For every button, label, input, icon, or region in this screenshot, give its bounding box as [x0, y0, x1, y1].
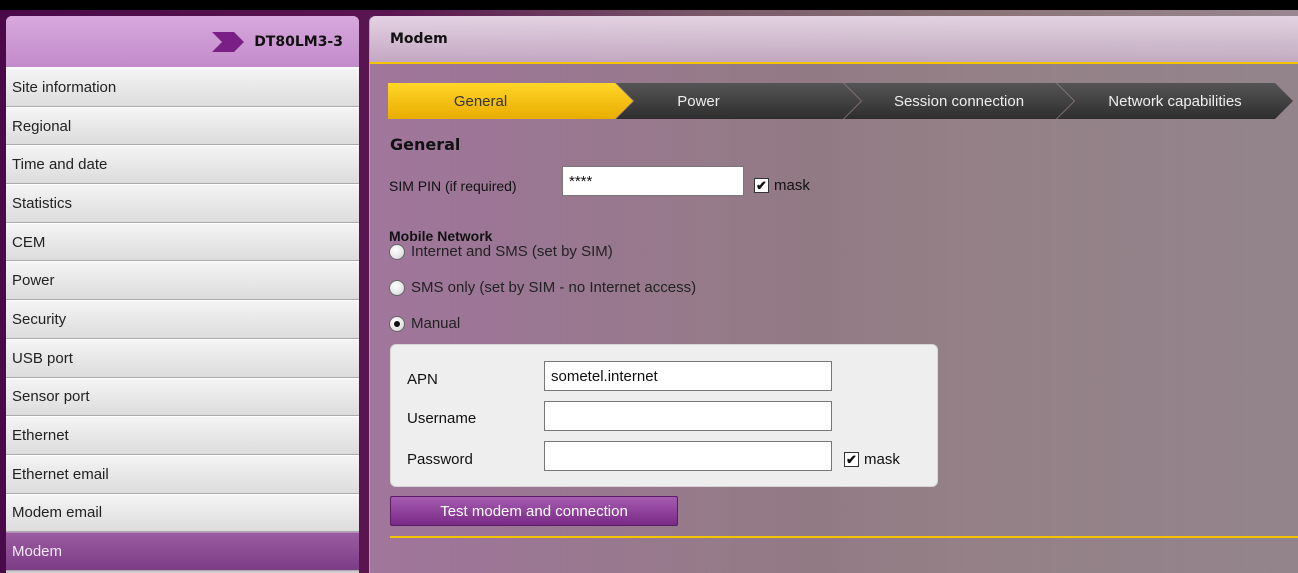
radio-manual[interactable]: Manual — [389, 315, 460, 332]
sim-pin-label: SIM PIN (if required) — [389, 178, 517, 194]
bottom-divider — [390, 536, 1298, 538]
chevron-logo-icon — [212, 31, 245, 52]
section-heading: General — [390, 135, 461, 154]
tab-network-capabilities[interactable]: Network capabilities — [1057, 83, 1293, 119]
password-label: Password — [407, 451, 473, 468]
page-title-bar: Modem — [370, 16, 1298, 64]
sim-pin-mask-checkbox[interactable]: ✔ — [754, 178, 769, 193]
sidebar-item-modem-email[interactable]: Modem email — [6, 493, 359, 533]
sidebar-item-label: Modem — [12, 543, 63, 561]
sidebar-item-label: Time and date — [12, 156, 108, 174]
sidebar-item-label: Statistics — [12, 194, 73, 212]
apn-label: APN — [407, 371, 438, 388]
main-panel: Modem General Power Session connection N… — [369, 16, 1298, 573]
sidebar-item-modem[interactable]: Modem — [6, 532, 359, 571]
sidebar-item-cem[interactable]: CEM — [6, 222, 359, 262]
radio-button[interactable] — [389, 243, 405, 260]
password-mask-checkbox[interactable]: ✔ — [844, 452, 859, 467]
radio-sms-only[interactable]: SMS only (set by SIM - no Internet acces… — [389, 279, 696, 296]
sidebar-item-label: Modem email — [12, 504, 103, 522]
username-label: Username — [407, 410, 477, 427]
sidebar-item-label: CEM — [12, 233, 46, 251]
tab-power[interactable]: Power — [616, 83, 861, 119]
sidebar-item-regional[interactable]: Regional — [6, 106, 359, 146]
sidebar-item-label: Sensor port — [12, 388, 90, 406]
tab-general[interactable]: General — [388, 83, 633, 119]
tab-label: General — [453, 92, 508, 110]
sidebar-item-ethernet-email[interactable]: Ethernet email — [6, 454, 359, 494]
username-input[interactable] — [544, 401, 832, 431]
sidebar-item-label: Power — [12, 272, 55, 290]
radio-label: Manual — [411, 315, 461, 332]
sidebar-item-sensor-port[interactable]: Sensor port — [6, 377, 359, 417]
sidebar-item-label: Regional — [12, 117, 72, 135]
sidebar-item-power[interactable]: Power — [6, 261, 359, 301]
radio-label: Internet and SMS (set by SIM) — [411, 243, 613, 260]
sidebar: DT80LM3-3 Site information Regional Time… — [6, 16, 359, 573]
password-input[interactable] — [544, 441, 832, 471]
sidebar-item-site-information[interactable]: Site information — [6, 68, 359, 107]
sim-pin-mask-label: mask — [774, 177, 810, 194]
tab-label: Session connection — [893, 92, 1025, 110]
radio-label: SMS only (set by SIM - no Internet acces… — [411, 279, 697, 296]
mobile-network-heading: Mobile Network — [389, 228, 493, 244]
wizard-tabs: General Power Session connection Network… — [388, 83, 1293, 119]
sidebar-item-usb-port[interactable]: USB port — [6, 338, 359, 378]
sidebar-item-statistics[interactable]: Statistics — [6, 184, 359, 223]
sidebar-item-security[interactable]: Security — [6, 300, 359, 339]
device-name: DT80LM3-3 — [254, 33, 343, 50]
radio-button[interactable] — [389, 315, 405, 332]
sidebar-item-label: Ethernet email — [12, 465, 109, 483]
tab-session-connection[interactable]: Session connection — [844, 83, 1074, 119]
sidebar-item-time-and-date[interactable]: Time and date — [6, 145, 359, 185]
sidebar-item-ethernet[interactable]: Ethernet — [6, 416, 359, 455]
password-mask-label: mask — [864, 451, 900, 468]
sidebar-item-label: Site information — [12, 78, 117, 96]
sidebar-item-label: Security — [12, 310, 67, 328]
radio-internet-and-sms[interactable]: Internet and SMS (set by SIM) — [389, 243, 613, 260]
sidebar-item-label: Ethernet — [12, 427, 69, 445]
test-modem-button[interactable]: Test modem and connection — [390, 496, 678, 526]
device-header: DT80LM3-3 — [6, 16, 359, 68]
manual-settings-box: APN Username Password ✔ mask — [390, 344, 938, 487]
radio-button[interactable] — [389, 279, 405, 296]
tab-label: Network capabilities — [1108, 92, 1242, 110]
page-title: Modem — [390, 31, 448, 47]
tab-label: Power — [677, 92, 720, 110]
sidebar-item-label: USB port — [12, 349, 73, 367]
sim-pin-input[interactable] — [562, 166, 744, 196]
apn-input[interactable] — [544, 361, 832, 391]
